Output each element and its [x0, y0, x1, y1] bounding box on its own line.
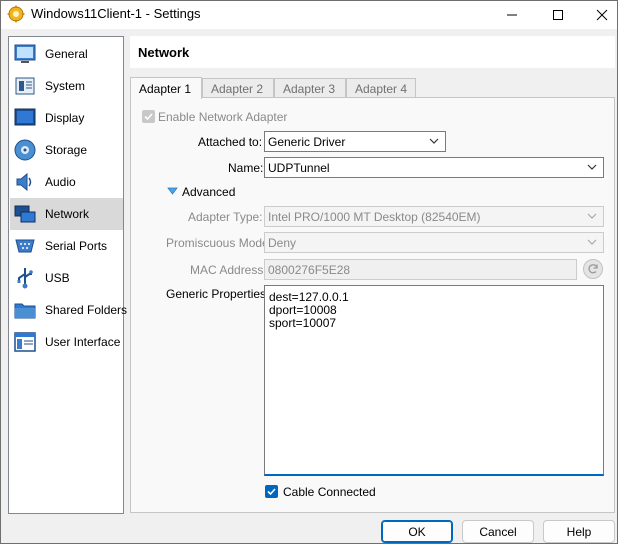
virtualbox-app-icon	[7, 5, 25, 23]
sidebar-item-serial-ports[interactable]: Serial Ports	[10, 230, 123, 262]
promiscuous-mode-select[interactable]: Deny	[264, 232, 604, 253]
help-button-label: Help	[566, 524, 592, 539]
tab-label: Adapter 2	[211, 81, 264, 96]
sidebar-item-user-interface[interactable]: User Interface	[10, 326, 123, 358]
tab-label: Adapter 1	[139, 81, 192, 96]
enable-adapter-checkbox[interactable]	[142, 110, 155, 123]
settings-sidebar: General System Display Storage Audio Net…	[8, 36, 127, 514]
refresh-mac-button[interactable]	[583, 259, 603, 279]
title-bar: Windows11Client-1 - Settings	[1, 1, 617, 29]
chevron-down-icon	[429, 138, 439, 144]
sidebar-item-label: Display	[45, 111, 85, 125]
audio-icon	[16, 172, 32, 192]
chevron-down-icon	[587, 239, 597, 245]
display-icon	[14, 108, 36, 126]
mac-address-field[interactable]: 0800276F5E28	[264, 259, 577, 280]
mac-address-label: MAC Address:	[190, 263, 267, 277]
attached-to-value: Generic Driver	[268, 134, 346, 149]
refresh-icon	[588, 264, 598, 274]
general-icon	[14, 44, 36, 63]
sidebar-item-audio[interactable]: Audio	[10, 166, 123, 198]
sidebar-item-general[interactable]: General	[10, 38, 123, 70]
checkmark-icon	[144, 113, 153, 121]
sidebar-item-usb[interactable]: USB	[10, 262, 123, 294]
cancel-button[interactable]: Cancel	[462, 520, 534, 543]
tab-label: Adapter 4	[355, 81, 408, 96]
usb-icon	[17, 268, 33, 289]
adapter-type-value: Intel PRO/1000 MT Desktop (82540EM)	[268, 209, 481, 224]
promiscuous-mode-value: Deny	[268, 235, 297, 250]
maximize-icon	[553, 10, 563, 20]
sidebar-item-system[interactable]: System	[10, 70, 123, 102]
close-button[interactable]	[579, 1, 618, 29]
storage-icon	[14, 139, 36, 161]
enable-adapter-label: Enable Network Adapter	[158, 110, 288, 124]
adapter-type-label: Adapter Type:	[188, 210, 263, 224]
cancel-button-label: Cancel	[479, 524, 517, 539]
generic-properties-textarea[interactable]: dest=127.0.0.1 dport=10008 sport=10007	[264, 285, 604, 476]
name-value: UDPTunnel	[268, 160, 330, 175]
maximize-button[interactable]	[535, 1, 581, 29]
checkmark-icon	[267, 488, 276, 496]
window-title: Windows11Client-1 - Settings	[31, 6, 201, 21]
sidebar-item-label: Shared Folders	[45, 303, 128, 317]
sidebar-item-display[interactable]: Display	[10, 102, 123, 134]
promiscuous-mode-label: Promiscuous Mode:	[166, 236, 273, 250]
attached-to-label: Attached to:	[198, 135, 263, 149]
sidebar-item-label: System	[45, 79, 86, 93]
generic-properties-label: Generic Properties:	[166, 287, 270, 301]
sidebar-item-label: Network	[45, 207, 90, 221]
tab-label: Adapter 3	[283, 81, 336, 96]
minimize-icon	[507, 14, 517, 16]
tab-adapter-1[interactable]: Adapter 1	[130, 77, 202, 99]
sidebar-item-storage[interactable]: Storage	[10, 134, 123, 166]
sidebar-item-shared-folders[interactable]: Shared Folders	[10, 294, 127, 326]
sidebar-item-network[interactable]: Network	[10, 198, 123, 230]
shared-folders-icon	[14, 303, 36, 319]
name-select[interactable]: UDPTunnel	[264, 157, 604, 178]
ok-button[interactable]: OK	[381, 520, 453, 543]
page-header: Network	[130, 36, 615, 68]
sidebar-item-label: Storage	[45, 143, 88, 157]
mac-address-value: 0800276F5E28	[268, 262, 351, 277]
generic-property-line: sport=10007	[269, 316, 337, 330]
triangle-down-icon	[167, 187, 178, 195]
sidebar-item-label: Serial Ports	[45, 239, 108, 253]
chevron-down-icon	[587, 164, 597, 170]
sidebar-item-label: Audio	[45, 175, 76, 189]
serial-ports-icon	[15, 239, 35, 253]
name-label: Name:	[228, 161, 264, 175]
cable-connected-checkbox[interactable]	[265, 485, 278, 498]
minimize-button[interactable]	[489, 1, 535, 29]
system-icon	[15, 77, 35, 95]
adapter-type-select[interactable]: Intel PRO/1000 MT Desktop (82540EM)	[264, 206, 604, 227]
tab-adapter-2[interactable]: Adapter 2	[202, 78, 274, 98]
settings-window: Windows11Client-1 - Settings General Sys…	[0, 0, 618, 544]
help-button[interactable]: Help	[543, 520, 615, 543]
sidebar-item-label: User Interface	[45, 335, 121, 349]
sidebar-item-label: General	[45, 47, 88, 61]
user-interface-icon	[14, 332, 36, 352]
close-icon	[596, 9, 608, 21]
network-icon	[14, 205, 36, 223]
tab-adapter-4[interactable]: Adapter 4	[346, 78, 416, 98]
page-title: Network	[138, 45, 190, 60]
advanced-toggle[interactable]: Advanced	[167, 184, 237, 200]
tab-adapter-3[interactable]: Adapter 3	[274, 78, 346, 98]
ok-button-label: OK	[408, 524, 426, 539]
advanced-label: Advanced	[182, 185, 236, 199]
attached-to-select[interactable]: Generic Driver	[264, 131, 446, 152]
sidebar-item-label: USB	[45, 271, 70, 285]
cable-connected-label: Cable Connected	[283, 485, 376, 499]
chevron-down-icon	[587, 213, 597, 219]
